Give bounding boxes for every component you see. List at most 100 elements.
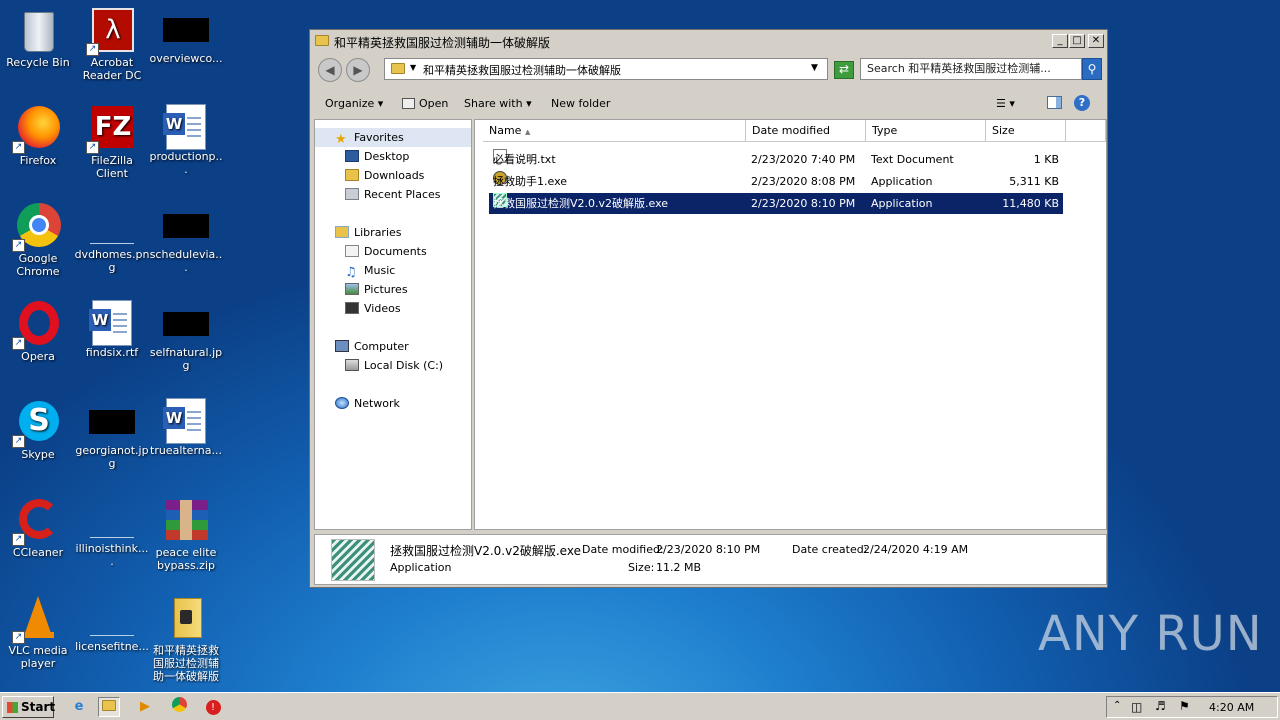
nav-pictures[interactable]: Pictures xyxy=(345,283,408,296)
desktop-icon-dvdhomes[interactable]: dvdhomes.png xyxy=(74,202,150,274)
column-date-modified[interactable]: Date modified xyxy=(746,120,866,142)
nav-computer[interactable]: Computer xyxy=(335,340,409,353)
title-bar[interactable]: 和平精英拯救国服过检测辅助一体破解版 _ □ ✕ xyxy=(310,30,1107,52)
sort-ascending-icon: ▲ xyxy=(524,128,531,136)
network-tray-icon[interactable]: ◫ xyxy=(1131,700,1142,714)
chrome-taskbar-icon[interactable] xyxy=(168,697,190,717)
nav-libraries[interactable]: Libraries xyxy=(335,226,402,239)
desktop-icon-overviewco[interactable]: overviewco... xyxy=(148,6,224,65)
firefox-icon: ↗ xyxy=(12,104,62,154)
address-dropdown-icon[interactable]: ▼ xyxy=(811,63,818,73)
folder-icon xyxy=(391,63,405,74)
desktop-icon-ccleaner[interactable]: ↗ CCleaner xyxy=(0,496,76,559)
desktop-icon xyxy=(345,150,359,162)
desktop-icon-licensefitne[interactable]: licensefitne... xyxy=(74,594,150,653)
view-options-icon[interactable]: ☰ ▾ xyxy=(996,97,1015,110)
column-type[interactable]: Type xyxy=(866,120,986,142)
chrome-icon: ↗ xyxy=(12,202,62,252)
desktop-icon-illinoisthink[interactable]: illinoisthink.... xyxy=(74,496,150,568)
details-created-label: Date created: xyxy=(792,543,868,556)
start-button[interactable]: Start xyxy=(2,696,55,718)
desktop-icon-selfnatural[interactable]: selfnatural.jpg xyxy=(148,300,224,372)
desktop-icon-recycle-bin[interactable]: Recycle Bin xyxy=(0,6,76,69)
table-row[interactable]: 拯救助手1.exe 2/23/2020 8:08 PM Application … xyxy=(489,171,1063,192)
close-button[interactable]: ✕ xyxy=(1088,34,1104,48)
nav-documents[interactable]: Documents xyxy=(345,245,427,258)
desktop-icon-productionp[interactable]: productionp... xyxy=(148,104,224,176)
internet-explorer-icon[interactable]: e xyxy=(68,697,90,717)
details-size-value: 11.2 MB xyxy=(656,561,702,574)
desktop-icon-filezilla[interactable]: FZ ↗ FileZilla Client xyxy=(74,104,150,180)
column-size[interactable]: Size xyxy=(986,120,1066,142)
pictures-icon xyxy=(345,283,359,295)
breadcrumb-arrow-icon: ▼ xyxy=(410,63,417,72)
address-bar[interactable]: ▼ 和平精英拯救国服过检测辅助一体破解版 ▼ xyxy=(384,58,828,80)
file-thumbnail-icon xyxy=(163,214,209,238)
window-title: 和平精英拯救国服过检测辅助一体破解版 xyxy=(334,36,551,50)
nav-network[interactable]: Network xyxy=(335,397,400,410)
table-row-selected[interactable]: 拯救国服过检测V2.0.v2破解版.exe 2/23/2020 8:10 PM … xyxy=(489,193,1063,214)
nav-favorites[interactable]: ★ Favorites xyxy=(335,131,404,147)
desktop-icon-schedulevia[interactable]: schedulevia... xyxy=(148,202,224,274)
desktop-icon-vlc[interactable]: ↗ VLC media player xyxy=(0,594,76,670)
desktop-icon-peace-elite-zip[interactable]: peace elite bypass.zip xyxy=(148,496,224,572)
desktop-icon-skype[interactable]: S ↗ Skype xyxy=(0,398,76,461)
desktop-icon-findsix[interactable]: findsix.rtf xyxy=(74,300,150,359)
organize-button[interactable]: Organize ▾ xyxy=(325,97,383,110)
clock[interactable]: 4:20 AM xyxy=(1209,701,1254,714)
details-file-name: 拯救国服过检测V2.0.v2破解版.exe xyxy=(390,544,581,558)
nav-downloads[interactable]: Downloads xyxy=(345,169,424,182)
nav-music[interactable]: ♫ Music xyxy=(345,264,395,279)
open-button[interactable]: Open xyxy=(402,97,448,110)
details-size-label: Size: xyxy=(628,561,655,574)
desktop-icon-truealterna[interactable]: truealterna... xyxy=(148,398,224,457)
nav-local-disk[interactable]: Local Disk (C:) xyxy=(345,359,443,372)
desktop-icon-folder[interactable]: 和平精英拯救国服过检测辅助一体破解版 xyxy=(148,594,224,690)
share-with-button[interactable]: Share with ▾ xyxy=(464,97,532,110)
nav-videos[interactable]: Videos xyxy=(345,302,401,315)
opera-taskbar-icon[interactable]: ! xyxy=(202,697,224,717)
media-player-icon[interactable]: ▶ xyxy=(134,697,156,717)
videos-icon xyxy=(345,302,359,314)
ccleaner-icon: ↗ xyxy=(12,496,62,546)
new-folder-button[interactable]: New folder xyxy=(551,97,610,110)
volume-icon[interactable]: ♬ xyxy=(1155,699,1166,713)
search-input[interactable]: Search 和平精英拯救国服过检测辅... xyxy=(860,58,1082,80)
details-created-value: 2/24/2020 4:19 AM xyxy=(863,543,969,556)
refresh-button[interactable]: ⇄ xyxy=(834,61,854,79)
back-button[interactable]: ◀ xyxy=(318,58,342,82)
folder-icon xyxy=(162,594,210,642)
minimize-button[interactable]: _ xyxy=(1052,34,1068,48)
explorer-taskbar-button[interactable] xyxy=(98,697,120,717)
maximize-button[interactable]: □ xyxy=(1069,34,1085,48)
preview-pane-icon[interactable] xyxy=(1047,96,1062,109)
column-name[interactable]: Name ▲ xyxy=(483,120,746,142)
star-icon: ★ xyxy=(335,132,347,147)
desktop-icon-opera[interactable]: ↗ Opera xyxy=(0,300,76,363)
desktop-icon-chrome[interactable]: ↗ Google Chrome xyxy=(0,202,76,278)
command-bar: Organize ▾ Open Share with ▾ New folder … xyxy=(310,89,1107,117)
taskbar: Start e ▶ ! ⌃ ◫ ♬ ⚑ 4:20 AM xyxy=(0,692,1280,720)
recycle-bin-icon xyxy=(14,6,62,54)
recent-places-icon xyxy=(345,188,359,200)
nav-desktop[interactable]: Desktop xyxy=(345,150,409,163)
tray-expand-icon[interactable]: ⌃ xyxy=(1113,700,1121,711)
details-pane: 拯救国服过检测V2.0.v2破解版.exe Application Date m… xyxy=(314,534,1107,585)
nav-recent-places[interactable]: Recent Places xyxy=(345,188,441,201)
image-file-icon xyxy=(90,614,134,636)
system-tray: ⌃ ◫ ♬ ⚑ 4:20 AM xyxy=(1106,696,1278,718)
navigation-pane: ★ Favorites Desktop Downloads Recent Plac… xyxy=(314,119,472,530)
action-center-flag-icon[interactable]: ⚑ xyxy=(1179,699,1190,713)
search-icon[interactable]: ⚲ xyxy=(1082,58,1102,80)
vlc-icon: ↗ xyxy=(12,594,62,644)
help-icon[interactable]: ? xyxy=(1074,95,1090,111)
winrar-icon xyxy=(162,496,210,544)
downloads-icon xyxy=(345,169,359,181)
desktop-icon-acrobat[interactable]: λ ↗ Acrobat Reader DC xyxy=(74,6,150,82)
desktop-icon-georgianot[interactable]: georgianot.jpg xyxy=(74,398,150,470)
forward-button[interactable]: ▶ xyxy=(346,58,370,82)
table-row[interactable]: 必看说明.txt 2/23/2020 7:40 PM Text Document… xyxy=(489,149,1063,170)
image-file-icon xyxy=(90,222,134,244)
explorer-window[interactable]: 和平精英拯救国服过检测辅助一体破解版 _ □ ✕ ◀ ▶ ▼ 和平精英拯救国服过… xyxy=(309,29,1108,588)
desktop-icon-firefox[interactable]: ↗ Firefox xyxy=(0,104,76,167)
